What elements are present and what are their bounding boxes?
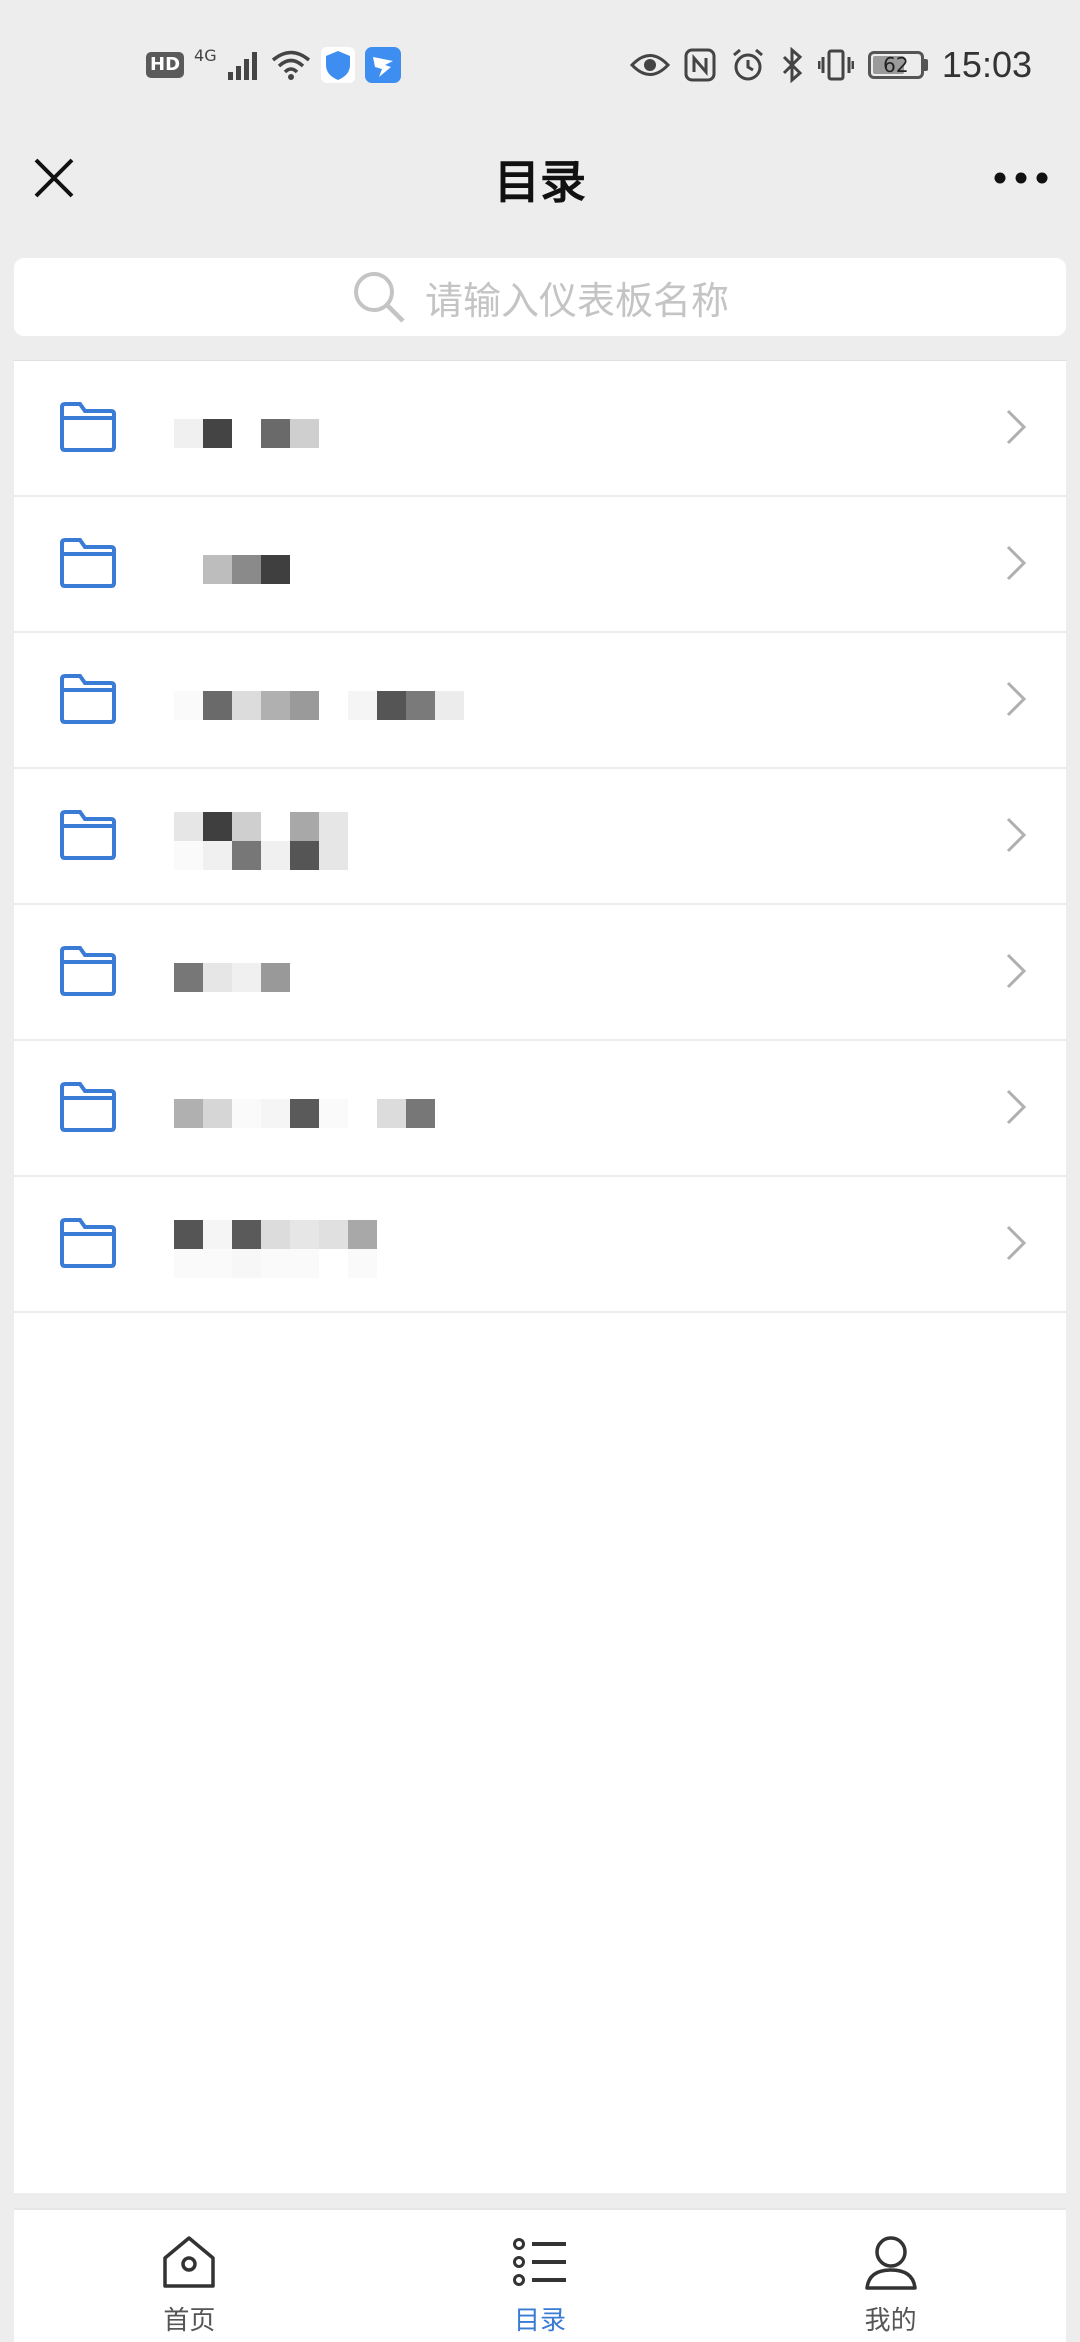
chevron-right-icon [1006, 545, 1027, 581]
more-button[interactable] [986, 148, 1056, 208]
folder-list [14, 361, 1066, 1313]
nfc-icon [684, 48, 716, 82]
tab-home-label: 首页 [163, 2306, 216, 2336]
status-time: 15:03 [941, 44, 1032, 85]
folder-name-redacted [174, 947, 290, 1007]
redacted-mosaic [174, 1220, 377, 1278]
hd-icon: HD [146, 52, 185, 78]
eye-icon [629, 54, 670, 76]
redacted-mosaic [174, 962, 290, 992]
tab-mine-label: 我的 [864, 2306, 917, 2336]
folder-list-item[interactable] [14, 633, 1066, 769]
redacted-mosaic [174, 418, 319, 448]
chevron-right-icon [1006, 1225, 1027, 1261]
search-icon [353, 272, 405, 323]
redacted-mosaic [174, 1098, 435, 1128]
more-icon [994, 172, 1048, 184]
redacted-mosaic [174, 554, 290, 584]
status-bar: HD 4G 62 15:03 [0, 0, 1080, 130]
wifi-icon [271, 50, 310, 80]
tab-mine[interactable]: 我的 [715, 2210, 1066, 2342]
redacted-mosaic [174, 690, 464, 720]
chevron-right-icon [1006, 409, 1027, 445]
chevron-right-icon [1006, 681, 1027, 717]
bluetooth-icon [782, 47, 803, 83]
battery-icon: 62 [867, 51, 928, 79]
status-left: HD 4G [146, 44, 401, 86]
user-icon [864, 2236, 917, 2290]
bottom-tab-bar: 首页 目录 我的 [14, 2208, 1066, 2342]
search-placeholder: 请输入仪表板名称 [424, 278, 729, 323]
redacted-mosaic [174, 812, 348, 870]
battery-percent: 62 [883, 53, 909, 77]
tab-home[interactable]: 首页 [14, 2210, 365, 2342]
home-icon [163, 2236, 216, 2288]
folder-list-item[interactable] [14, 497, 1066, 633]
folder-name-redacted [174, 1219, 377, 1279]
chevron-right-icon [1006, 817, 1027, 853]
alarm-icon [732, 48, 763, 81]
folder-list-item[interactable] [14, 1041, 1066, 1177]
chevron-right-icon [1006, 1089, 1027, 1125]
tab-directory-label: 目录 [514, 2306, 567, 2336]
folder-icon [60, 674, 116, 724]
folder-list-item[interactable] [14, 905, 1066, 1041]
vibrate-icon [817, 49, 854, 81]
folder-name-redacted [174, 1083, 435, 1143]
folder-name-redacted [174, 539, 290, 599]
signal-icon [227, 52, 257, 80]
folder-icon [60, 1082, 116, 1132]
shield-app-icon [320, 47, 355, 83]
folder-name-redacted [174, 811, 348, 871]
folder-list-item[interactable] [14, 769, 1066, 905]
nav-bar: 目录 [0, 130, 1080, 250]
search-input[interactable]: 请输入仪表板名称 [14, 258, 1066, 336]
folder-list-container [14, 360, 1066, 2193]
page-title: 目录 [494, 155, 586, 209]
status-right: 62 15:03 [629, 44, 1032, 86]
network-type-label: 4G [194, 45, 217, 65]
folder-icon [60, 538, 116, 588]
folder-icon [60, 946, 116, 996]
folder-icon [60, 1218, 116, 1268]
tab-directory[interactable]: 目录 [365, 2210, 716, 2342]
dingtalk-app-icon [364, 47, 401, 83]
folder-name-redacted [174, 675, 464, 735]
folder-list-item[interactable] [14, 361, 1066, 497]
folder-name-redacted [174, 403, 319, 463]
chevron-right-icon [1006, 953, 1027, 989]
folder-icon [60, 402, 116, 452]
list-icon [513, 2238, 566, 2286]
folder-icon [60, 810, 116, 860]
folder-list-item[interactable] [14, 1177, 1066, 1313]
